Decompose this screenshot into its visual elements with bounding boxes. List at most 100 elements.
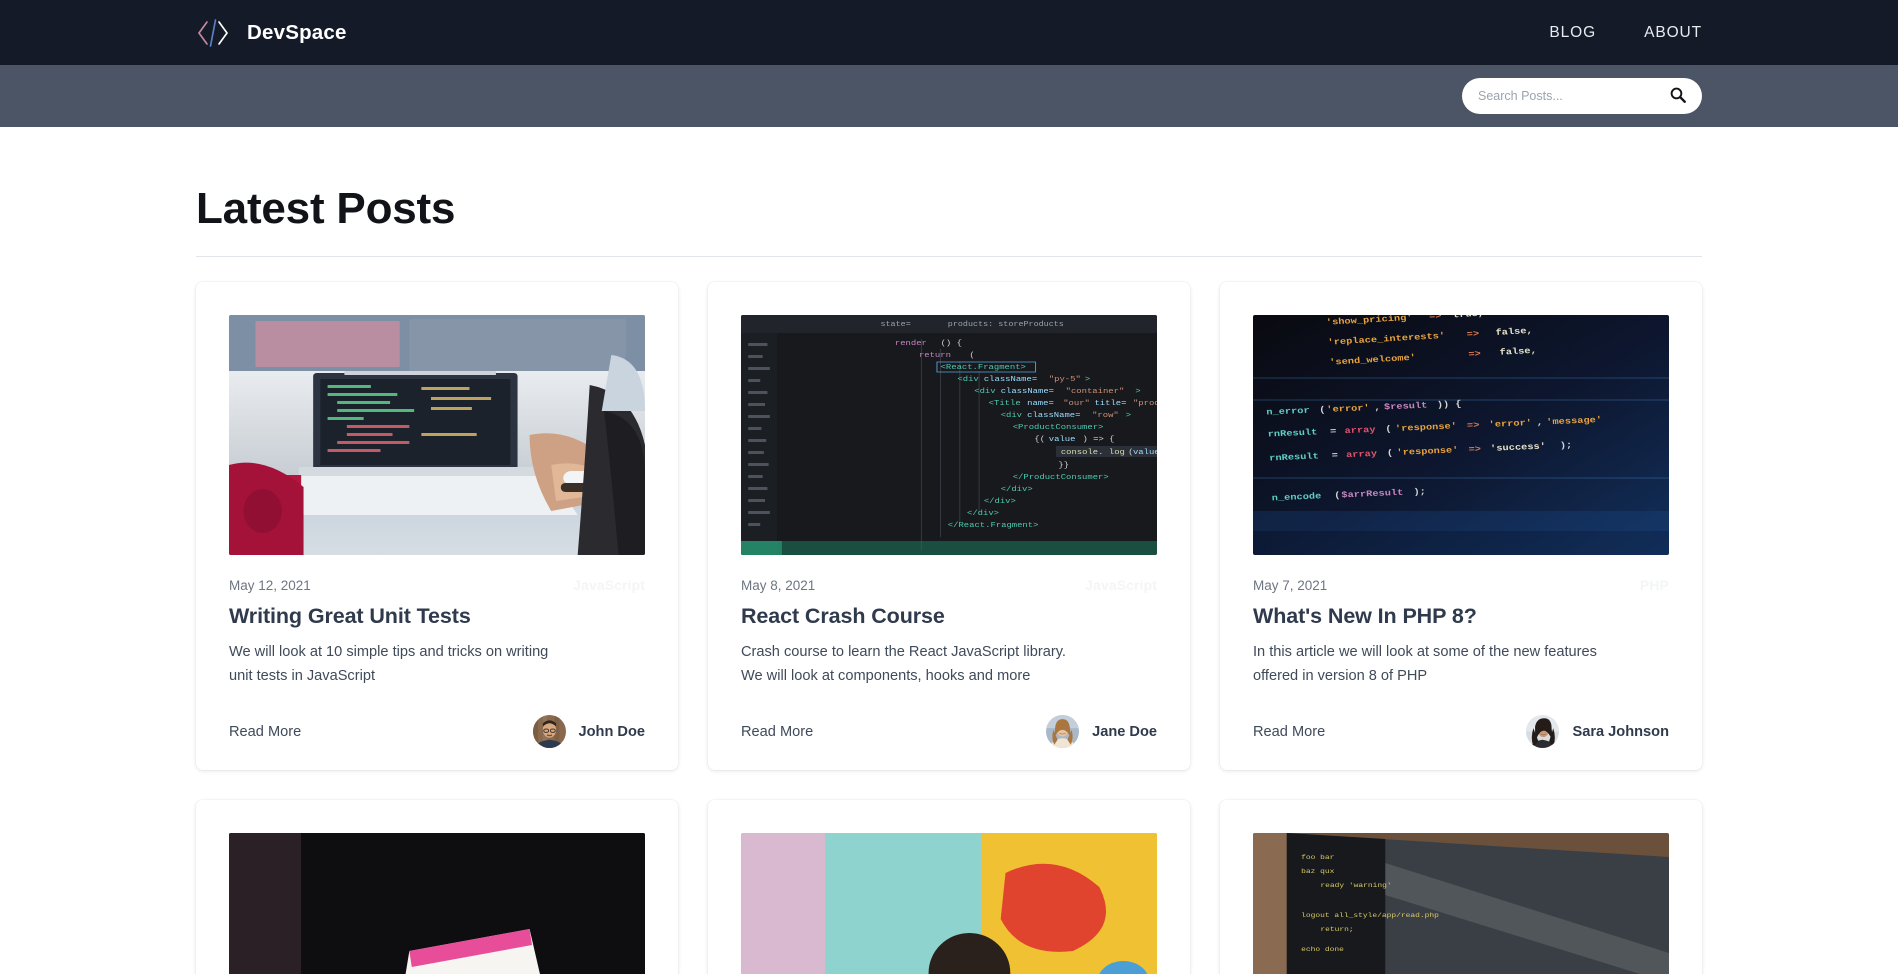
post-meta: May 7, 2021 PHP	[1253, 577, 1669, 593]
svg-text:=: =	[1330, 426, 1337, 436]
read-more-link[interactable]: Read More	[229, 724, 301, 740]
navbar: DevSpace BLOG ABOUT	[0, 0, 1898, 65]
svg-text:(: (	[969, 351, 974, 360]
svg-text:className=: className=	[1027, 411, 1080, 420]
read-more-link[interactable]: Read More	[1253, 724, 1325, 740]
svg-text:"produ: "produ	[1133, 399, 1157, 408]
post-excerpt: We will look at 10 simple tips and trick…	[229, 644, 549, 684]
svg-text:(: (	[1334, 490, 1341, 500]
svg-text:</div>: </div>	[1001, 485, 1033, 494]
author-name: Jane Doe	[1092, 723, 1157, 740]
nav-link-about[interactable]: ABOUT	[1644, 24, 1702, 42]
svg-text:<div: <div	[957, 375, 978, 384]
post-date: May 8, 2021	[741, 577, 816, 593]
nav-links: BLOG ABOUT	[1549, 24, 1702, 42]
post-card[interactable]: state= products: storeProducts render ()…	[708, 282, 1190, 771]
svg-text:{(: {(	[1034, 435, 1045, 444]
avatar	[532, 715, 566, 749]
post-tag: JavaScript	[1085, 577, 1157, 593]
post-image: 'show_pricing'=>true, 'replace_interests…	[1253, 315, 1669, 555]
svg-text:array: array	[1346, 449, 1378, 460]
post-date: May 7, 2021	[1253, 577, 1328, 593]
svg-text:name=: name=	[1027, 400, 1054, 408]
svg-text:</ProductConsumer>: </ProductConsumer>	[1013, 473, 1109, 482]
search-input[interactable]	[1478, 89, 1668, 103]
post-card[interactable]: 'show_pricing'=>true, 'replace_interests…	[1220, 282, 1702, 771]
svg-text:<div: <div	[1001, 411, 1022, 420]
search-field-wrap[interactable]	[1462, 78, 1702, 114]
post-author: Sara Johnson	[1526, 715, 1669, 749]
post-image: state= products: storeProducts render ()…	[741, 315, 1157, 555]
avatar	[1046, 715, 1080, 749]
title-divider	[196, 256, 1702, 257]
post-card[interactable]: foo bar baz qux ready 'warning' logout al…	[1220, 800, 1702, 974]
brand-name: DevSpace	[247, 20, 347, 44]
posts-grid-row2: foo bar baz qux ready 'warning' logout al…	[196, 800, 1702, 974]
post-excerpt: Crash course to learn the React JavaScri…	[741, 644, 1066, 684]
post-author: John Doe	[532, 715, 645, 749]
nav-link-blog[interactable]: BLOG	[1549, 24, 1596, 42]
svg-text:return;: return;	[1320, 927, 1353, 934]
svg-text:'error': 'error'	[1488, 418, 1532, 430]
post-footer: Read More Jane Doe	[741, 715, 1157, 749]
svg-text:echo done: echo done	[1301, 947, 1344, 954]
svg-text:=>: =>	[1466, 329, 1480, 340]
svg-text:baz qux: baz qux	[1301, 869, 1335, 876]
svg-text:(: (	[1385, 424, 1392, 434]
post-card[interactable]	[708, 800, 1190, 974]
svg-text:logout all_style/app/read.php: logout all_style/app/read.php	[1301, 913, 1439, 920]
svg-text:);: );	[1413, 486, 1426, 496]
svg-text:products: storeProducts: products: storeProducts	[948, 321, 1064, 328]
svg-text:(: (	[1319, 405, 1326, 415]
post-tag: PHP	[1639, 577, 1669, 593]
author-name: Sara Johnson	[1572, 723, 1669, 740]
post-title[interactable]: Writing Great Unit Tests	[229, 604, 645, 629]
post-title[interactable]: React Crash Course	[741, 604, 1157, 629]
svg-text:<React.Fragment>: <React.Fragment>	[941, 364, 1026, 372]
svg-text:"our": "our"	[1063, 399, 1090, 408]
svg-text:}}: }}	[1058, 461, 1069, 470]
svg-text:</div>: </div>	[984, 497, 1016, 506]
svg-text:>: >	[1135, 388, 1140, 396]
svg-text:"row": "row"	[1092, 411, 1119, 420]
svg-text:</React.Fragment>: </React.Fragment>	[948, 521, 1039, 530]
svg-text:array: array	[1344, 425, 1376, 436]
svg-text:return: return	[919, 352, 951, 360]
svg-text:state=: state=	[880, 321, 911, 328]
main-content: Latest Posts May 12, 2021 JavaScript Wri…	[0, 127, 1898, 974]
svg-text:<div: <div	[974, 387, 995, 396]
svg-text:className=: className=	[984, 375, 1037, 384]
search-button[interactable]	[1668, 86, 1688, 106]
svg-text:(: (	[1387, 448, 1394, 458]
svg-text:=: =	[1331, 450, 1338, 460]
post-image	[229, 315, 645, 555]
svg-text:"container": "container"	[1066, 387, 1125, 396]
svg-text:=>: =>	[1468, 444, 1481, 454]
svg-text:</div>: </div>	[967, 509, 999, 518]
svg-text:<Title: <Title	[989, 399, 1021, 408]
svg-text:,: ,	[1374, 402, 1381, 412]
svg-text:console.: console.	[1061, 448, 1104, 457]
svg-text:foo bar: foo bar	[1301, 855, 1334, 862]
svg-text:);: );	[1559, 440, 1572, 450]
post-image	[229, 833, 645, 974]
svg-text:value: value	[1049, 435, 1076, 444]
post-date: May 12, 2021	[229, 577, 311, 593]
posts-grid: May 12, 2021 JavaScript Writing Great Un…	[196, 282, 1702, 771]
read-more-link[interactable]: Read More	[741, 724, 813, 740]
search-bar	[0, 65, 1898, 127]
svg-text:=>: =>	[1467, 420, 1480, 430]
avatar	[1526, 715, 1560, 749]
post-tag: JavaScript	[573, 577, 645, 593]
post-author: Jane Doe	[1046, 715, 1157, 749]
post-card[interactable]: May 12, 2021 JavaScript Writing Great Un…	[196, 282, 678, 771]
post-title[interactable]: What's New In PHP 8?	[1253, 604, 1669, 629]
brand[interactable]: DevSpace	[196, 18, 347, 48]
post-meta: May 8, 2021 JavaScript	[741, 577, 1157, 593]
search-icon	[1669, 86, 1687, 107]
post-card[interactable]	[196, 800, 678, 974]
post-image	[741, 833, 1157, 974]
svg-text:>: >	[1085, 376, 1090, 384]
svg-text:$result: $result	[1384, 400, 1428, 412]
svg-text:=>: =>	[1429, 315, 1443, 321]
